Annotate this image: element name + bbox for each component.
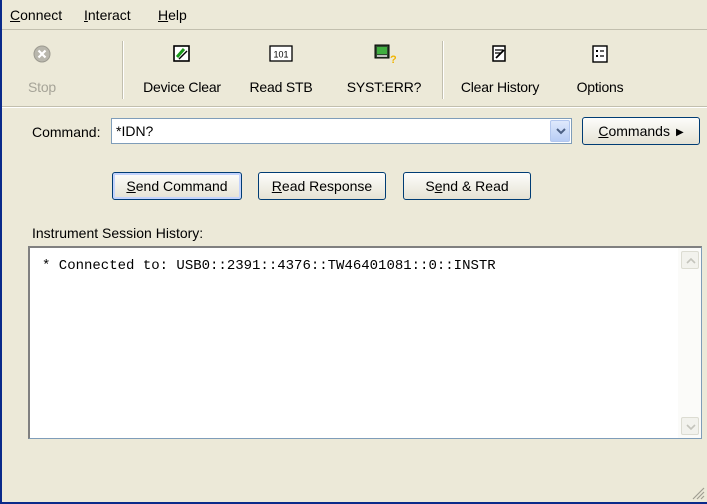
- clear-history-label: Clear History: [460, 79, 540, 95]
- chevron-down-icon: [686, 424, 696, 431]
- scroll-up-button[interactable]: [681, 251, 699, 269]
- menu-connect[interactable]: Connect: [10, 7, 62, 23]
- app-window: Connect Interact Help Stop Device Clear: [0, 0, 707, 504]
- session-history-textbox[interactable]: * Connected to: USB0::2391::4376::TW4640…: [28, 246, 702, 439]
- chevron-up-icon: [686, 257, 696, 264]
- svg-text:101: 101: [273, 50, 288, 60]
- send-and-read-button[interactable]: Send & Read: [403, 172, 531, 200]
- options-icon: [592, 45, 608, 63]
- toolbar: Stop Device Clear 101 Read STB ?: [2, 31, 707, 107]
- history-label: Instrument Session History:: [32, 225, 204, 241]
- commands-menu-button[interactable]: Commands ▶: [582, 117, 700, 145]
- send-command-button[interactable]: Send Command: [112, 172, 242, 200]
- menu-bar: Connect Interact Help: [2, 0, 707, 30]
- read-stb-icon: 101: [269, 45, 293, 62]
- history-line: * Connected to: USB0::2391::4376::TW4640…: [42, 258, 496, 274]
- read-response-button[interactable]: Read Response: [258, 172, 386, 200]
- stop-icon: [33, 45, 51, 63]
- command-label: Command:: [32, 124, 101, 140]
- read-stb-button[interactable]: 101 Read STB: [240, 43, 322, 103]
- device-clear-button[interactable]: Device Clear: [132, 43, 232, 103]
- syst-err-label: SYST:ERR?: [346, 79, 422, 95]
- menu-help[interactable]: Help: [158, 7, 187, 23]
- command-combobox[interactable]: [111, 118, 572, 144]
- triangle-right-icon: ▶: [675, 127, 684, 138]
- clear-history-button[interactable]: Clear History: [452, 43, 548, 103]
- scroll-down-button[interactable]: [681, 417, 699, 435]
- read-stb-label: Read STB: [249, 79, 313, 95]
- device-clear-label: Device Clear: [143, 79, 221, 95]
- options-label: Options: [576, 79, 624, 95]
- options-button[interactable]: Options: [568, 43, 632, 103]
- svg-text:?: ?: [390, 54, 396, 65]
- chevron-down-icon: [556, 128, 566, 135]
- clear-history-icon: [492, 45, 506, 62]
- syst-err-button[interactable]: ? SYST:ERR?: [336, 43, 432, 103]
- command-input[interactable]: [114, 121, 544, 141]
- syst-err-icon: ?: [374, 44, 396, 65]
- toolbar-separator: [442, 41, 444, 99]
- toolbar-separator: [122, 41, 124, 99]
- stop-button[interactable]: Stop: [18, 43, 66, 103]
- command-dropdown-button[interactable]: [550, 120, 570, 142]
- resize-grip-icon[interactable]: [691, 486, 705, 500]
- menu-interact[interactable]: Interact: [84, 7, 131, 23]
- stop-label: Stop: [28, 79, 56, 95]
- history-scrollbar[interactable]: [678, 248, 701, 438]
- device-clear-icon: [173, 45, 190, 62]
